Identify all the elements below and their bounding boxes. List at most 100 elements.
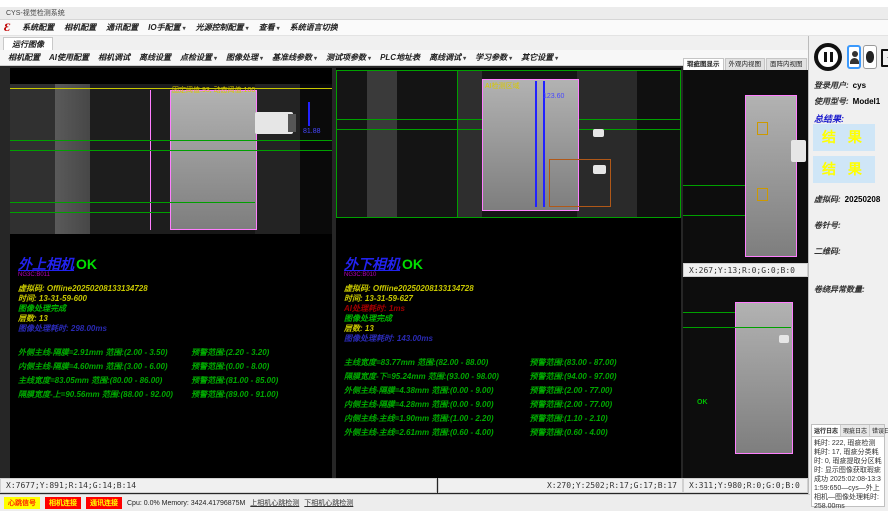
cpu-memory-readout: Cpu: 0.0% Memory: 3424.41796875M <box>127 500 245 507</box>
measurement-value: 主线宽度=83.77mm 范围:(82.00 - 88.00) <box>344 356 529 370</box>
tool-baseline-params[interactable]: 基准线参数▾ <box>272 52 317 63</box>
warning-range: 预警范围:(89.00 - 91.00) <box>191 388 327 402</box>
menu-item-view-label: 查看 <box>259 23 275 32</box>
elapsed-line: 图像处理耗时: 298.00ms <box>18 324 327 334</box>
warning-range: 预警范围:(0.00 - 8.00) <box>191 360 327 374</box>
tab-run-image[interactable]: 运行图像 <box>3 37 53 51</box>
qr-code-label: 二维码: <box>814 246 841 257</box>
comm-connection-badge: 通讯连接 <box>86 497 122 509</box>
measurement-value: 内侧主线-隔膜=4.60mm 范围:(3.00 - 6.00) <box>18 360 191 374</box>
chevron-down-icon: ▾ <box>314 56 317 62</box>
menu-item-io-config-label: IO手配置 <box>148 23 180 32</box>
pause-icon <box>830 52 833 62</box>
warning-range: 预警范围:(2.00 - 77.00) <box>529 384 675 398</box>
model-label: 使用型号: <box>814 97 849 106</box>
camera-image-outer-bottom[interactable]: AI检测区域 123.60 <box>336 70 681 218</box>
camera-connection-badge: 相机连接 <box>45 497 81 509</box>
menu-item-io-config[interactable]: IO手配置▾ <box>148 22 185 33</box>
menu-item-system-config[interactable]: 系统配置 <box>22 22 54 33</box>
view-tabstrip: 运行图像 <box>0 36 808 51</box>
overlay-cell-roi <box>735 302 793 454</box>
warning-range: 预警范围:(94.00 - 97.00) <box>529 370 675 384</box>
menu-bar: Ɛ 系统配置 相机配置 通讯配置 IO手配置▾ 光源控制配置▾ 查看▾ 系统语言… <box>0 20 888 36</box>
tool-spotcheck-settings[interactable]: 点检设置▾ <box>180 52 217 63</box>
tool-plc-address-table[interactable]: PLC地址表 <box>380 52 420 63</box>
app-window: CYS-视觉检测系统 Ɛ 系统配置 相机配置 通讯配置 IO手配置▾ 光源控制配… <box>0 0 888 522</box>
measurement-row: 外侧主线-隔膜=2.91mm 范围:(2.00 - 3.50)预警范围:(2.2… <box>18 346 327 360</box>
login-user-row: 登录用户:cys <box>814 80 866 91</box>
image-region <box>367 71 397 217</box>
result-indicator-top: 结 果 <box>813 124 875 151</box>
tool-image-processing-label: 图像处理 <box>226 53 258 62</box>
coordinate-readout-left: X:7677;Y:891;R:14;G:14;B:14 <box>0 478 437 493</box>
overlay-measure-line <box>683 327 791 328</box>
tool-camera-config[interactable]: 相机配置 <box>8 52 40 63</box>
layer-count-line: 层数: 13 <box>344 324 675 334</box>
tool-offline-debug[interactable]: 离线调试▾ <box>429 52 466 63</box>
result-block-outer-bottom: 外下相机OK NG3C:B010 虚拟码: Offline20250208133… <box>344 254 675 440</box>
mode-button[interactable] <box>863 45 877 69</box>
menu-item-camera-config[interactable]: 相机配置 <box>64 22 96 33</box>
bottom-camera-heartbeat-link[interactable]: 下相机心跳检测 <box>304 498 353 508</box>
camera-panel-outer-bottom: AI检测区域 123.60 外下相机OK NG3C:B010 虚拟码: Offl… <box>336 68 681 478</box>
menu-item-light-config-label: 光源控制配置 <box>196 23 244 32</box>
tool-test-params[interactable]: 测试项参数▾ <box>326 52 371 63</box>
exit-button[interactable]: → <box>879 45 888 69</box>
tool-baseline-params-label: 基准线参数 <box>272 53 312 62</box>
menu-item-language-switch[interactable]: 系统语言切换 <box>290 22 338 33</box>
measurement-value: 隔膜宽度-下=95.24mm 范围:(93.00 - 98.00) <box>344 370 529 384</box>
tab-outer-inner-view[interactable]: 外观内视图 <box>725 58 766 70</box>
virtual-code-line: 虚拟码: Offline20250208133134728 <box>18 284 327 294</box>
result-block-outer-top: 外上相机OK NG3C:B011 虚拟码: Offline20250208133… <box>18 254 327 402</box>
menu-item-view[interactable]: 查看▾ <box>259 22 280 33</box>
camera-image-outer-top[interactable]: 固定阈值:93, 动态阈值:100 81.88 <box>10 84 332 234</box>
measure-value-overlay: 123.60 <box>543 93 564 100</box>
image-region <box>300 84 332 234</box>
status-ok: OK <box>402 256 423 272</box>
tab-area-inner-view[interactable]: 面阵内视图 <box>766 58 807 70</box>
camera-name: 外上相机 <box>18 256 74 272</box>
overlay-cell-roi <box>170 90 257 230</box>
virtual-code-label: 虚拟码: <box>814 195 841 204</box>
user-mode-button[interactable] <box>847 45 861 69</box>
tool-offline-settings[interactable]: 离线设置 <box>139 52 171 63</box>
connector-tip <box>288 114 296 132</box>
camera-result-title: 外下相机OK <box>344 254 675 274</box>
measurement-value: 内侧主线-主线=1.90mm 范围:(1.00 - 2.20) <box>344 412 529 426</box>
process-done-line: 图像处理完成 <box>18 304 327 314</box>
tool-offline-debug-label: 离线调试 <box>429 53 461 62</box>
bright-spot <box>593 129 604 137</box>
measurement-row: 隔膜宽度-下=95.24mm 范围:(93.00 - 98.00)预警范围:(9… <box>344 370 675 384</box>
tab-defect-image[interactable]: 瑕疵图显示 <box>683 58 724 70</box>
pause-button[interactable] <box>814 43 842 71</box>
overlay-measure-line <box>683 185 745 186</box>
tool-camera-debug[interactable]: 相机调试 <box>98 52 130 63</box>
tool-other-settings[interactable]: 其它设置▾ <box>521 52 558 63</box>
measurement-value: 外侧主线-隔膜=4.38mm 范围:(0.00 - 9.00) <box>344 384 529 398</box>
ai-elapsed-line: AI处理耗时: 1ms <box>344 304 675 314</box>
top-camera-heartbeat-link[interactable]: 上相机心跳检测 <box>250 498 299 508</box>
tab-error-log[interactable]: 错误日志 <box>870 425 888 436</box>
menu-item-light-config[interactable]: 光源控制配置▾ <box>196 22 249 33</box>
tab-defect-log[interactable]: 瑕疵日志 <box>841 425 870 436</box>
elapsed-line: 图像处理耗时: 143.00ms <box>344 334 675 344</box>
coordinate-readout-middle: X:270;Y:2502;R:17;G:17;B:17 <box>438 478 683 493</box>
layer-count-line: 层数: 13 <box>18 314 327 324</box>
virtual-code-value: 20250208 <box>845 195 881 204</box>
menu-item-comm-config[interactable]: 通讯配置 <box>106 22 138 33</box>
status-bar: 心跳信号 相机连接 通讯连接 Cpu: 0.0% Memory: 3424.41… <box>0 494 810 511</box>
tool-image-processing[interactable]: 图像处理▾ <box>226 52 263 63</box>
chevron-down-icon: ▾ <box>277 26 280 32</box>
tool-learning-params-label: 学习参数 <box>475 53 507 62</box>
defect-image-bottom[interactable]: OK <box>683 277 808 478</box>
defect-image-top[interactable] <box>683 70 808 263</box>
measurement-value: 主线宽度=83.05mm 范围:(80.00 - 86.00) <box>18 374 191 388</box>
tool-learning-params[interactable]: 学习参数▾ <box>475 52 512 63</box>
tool-other-settings-label: 其它设置 <box>521 53 553 62</box>
tab-run-log[interactable]: 运行日志 <box>812 425 841 436</box>
chevron-down-icon: ▾ <box>509 56 512 62</box>
log-box: 运行日志 瑕疵日志 错误日志 耗时: 222, 瑕疵检测耗时: 17, 瑕疵分类… <box>811 424 885 507</box>
tool-ai-usage-config[interactable]: AI使用配置 <box>49 52 89 63</box>
overlay-measure-line <box>457 71 458 217</box>
status-ok: OK <box>76 256 97 272</box>
